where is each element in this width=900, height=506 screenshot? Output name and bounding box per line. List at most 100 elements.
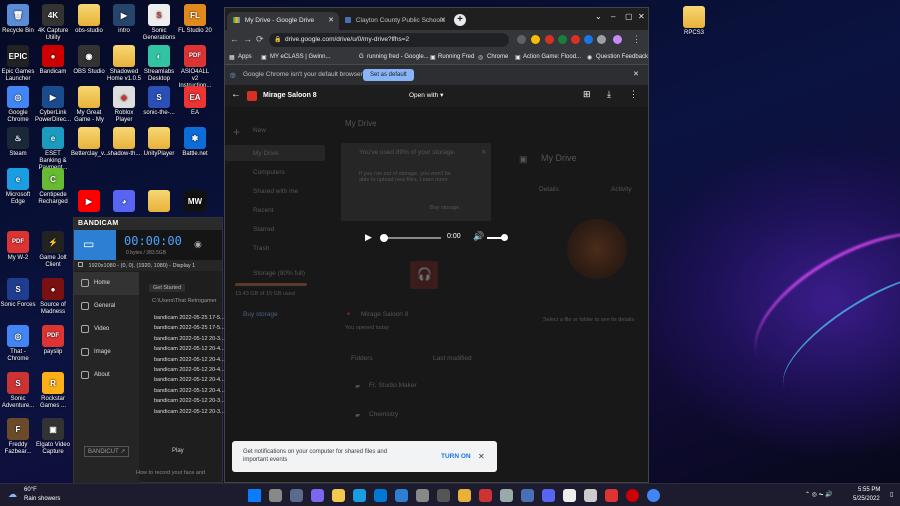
menu-general[interactable]: General: [74, 295, 139, 318]
desktop-icon[interactable]: e Microsoft Edge: [0, 168, 36, 206]
play-button[interactable]: Play: [172, 448, 184, 454]
tray-icons[interactable]: ⌃ ◎ ⏦ 🔊: [805, 491, 833, 499]
volume-handle[interactable]: [501, 234, 508, 241]
recording-item[interactable]: bandicam 2022-05-12 20-4...: [154, 377, 225, 383]
forward-icon[interactable]: →: [243, 34, 252, 44]
desktop-icon-rpcs3[interactable]: RPCS3: [676, 6, 712, 37]
menu-image[interactable]: Image: [74, 341, 139, 364]
recording-item[interactable]: bandicam 2022-05-12 20-4...: [154, 388, 225, 394]
desktop-icon[interactable]: EA EA: [177, 86, 213, 117]
desktop-icon[interactable]: Ssonic-the-...: [141, 86, 177, 117]
mail-icon[interactable]: [395, 489, 408, 502]
desktop-icon[interactable]: ▶: [71, 190, 107, 214]
app-icon[interactable]: [584, 489, 597, 502]
search-icon[interactable]: [269, 489, 282, 502]
address-bar[interactable]: 🔒 drive.google.com/drive/u/0/my-drive?lf…: [269, 33, 509, 47]
reload-icon[interactable]: ⟳: [256, 34, 264, 45]
menu-home[interactable]: Home: [74, 272, 139, 295]
extension-icon[interactable]: [584, 35, 593, 44]
app-icon[interactable]: [458, 489, 471, 502]
desktop-icon[interactable]: S Sonic Forces: [0, 278, 36, 309]
steam-icon[interactable]: [500, 489, 513, 502]
menu-video[interactable]: Video: [74, 318, 139, 341]
desktop-icon[interactable]: ▣ Elgato Video Capture: [35, 418, 71, 456]
close-icon[interactable]: ✕: [478, 452, 485, 461]
new-tab-button[interactable]: +: [454, 14, 466, 26]
close-window-button[interactable]: ✕: [638, 12, 645, 21]
desktop-icon[interactable]: obs-studio: [71, 4, 107, 35]
desktop-icon[interactable]: 🗑 Recycle Bin: [0, 4, 36, 35]
open-with-button[interactable]: Open with ▾: [409, 91, 443, 99]
desktop-icon[interactable]: PDF payslip: [35, 325, 71, 356]
desktop-icon[interactable]: ♨ Steam: [0, 127, 36, 158]
close-icon[interactable]: ✕: [328, 16, 334, 24]
desktop-icon[interactable]: Shadowed Home v1.0.5: [106, 45, 142, 83]
bookmark-action-game[interactable]: Action Game: Flood...: [523, 54, 581, 60]
desktop-icon[interactable]: 4K 4K Capture Utility: [35, 4, 71, 42]
bookmark-running-fred[interactable]: Running Fred: [438, 54, 474, 60]
turn-on-button[interactable]: TURN ON: [441, 453, 471, 460]
store-icon[interactable]: [374, 489, 387, 502]
app-icon[interactable]: [521, 489, 534, 502]
recording-item[interactable]: bandicam 2022-05-12 20-4...: [154, 357, 225, 363]
seek-handle[interactable]: [380, 234, 388, 242]
desktop-icon[interactable]: ◎ That - Chrome: [0, 325, 36, 363]
desktop-icon[interactable]: F Freddy Fazbear...: [0, 418, 36, 456]
tab-get-started[interactable]: Get Started: [149, 284, 186, 292]
start-icon[interactable]: [248, 489, 261, 502]
desktop-icon[interactable]: S Sonic Adventure...: [0, 372, 36, 410]
resolution-checkbox[interactable]: [78, 262, 83, 267]
bookmark-eclass[interactable]: MY eCLASS | Gwinn...: [270, 54, 330, 60]
clock-time[interactable]: 5:55 PM: [858, 487, 880, 493]
maximize-button[interactable]: ▢: [625, 12, 633, 21]
close-icon[interactable]: ✕: [440, 16, 446, 24]
desktop-icon[interactable]: eESET Banking & Payment...: [35, 127, 71, 172]
alienware-icon[interactable]: [416, 489, 429, 502]
minimize-button[interactable]: –: [611, 12, 615, 21]
app-icon[interactable]: [605, 489, 618, 502]
download-icon[interactable]: ⤓: [607, 89, 611, 100]
desktop-icon[interactable]: FL FL Studio 20: [177, 4, 213, 35]
help-footer[interactable]: How to record your face and: [136, 470, 205, 476]
desktop-icon[interactable]: PDF My W-2: [0, 231, 36, 262]
recording-item[interactable]: bandicam 2022-05-12 20-3...: [154, 336, 225, 342]
kebab-menu-icon[interactable]: ⋮: [632, 34, 641, 45]
recording-item[interactable]: bandicam 2022-05-12 20-4...: [154, 367, 225, 373]
desktop-icon[interactable]: My Great Game - My ...: [71, 86, 107, 131]
volume-icon[interactable]: 🔊: [473, 231, 484, 242]
desktop-icon[interactable]: ◎ Google Chrome: [0, 86, 36, 124]
extension-icon[interactable]: [545, 35, 554, 44]
desktop-icon[interactable]: ▶ intro: [106, 4, 142, 35]
more-options-icon[interactable]: ⋮: [629, 89, 638, 100]
desktop-icon[interactable]: [141, 190, 177, 214]
clock-date[interactable]: 5/25/2022: [853, 496, 880, 502]
desktop-icon[interactable]: ● Source of Madness: [35, 278, 71, 316]
desktop-icon[interactable]: ▶ CyberLink PowerDirec...: [35, 86, 71, 124]
bookmark-running-fred-google[interactable]: running fred - Google...: [367, 54, 429, 60]
menu-about[interactable]: About: [74, 364, 139, 387]
desktop-icon[interactable]: C Centipede Recharged: [35, 168, 71, 206]
share-icon[interactable]: [517, 35, 526, 44]
play-icon[interactable]: ▶: [365, 232, 372, 243]
set-as-default-button[interactable]: Set as default: [363, 69, 414, 81]
recording-item[interactable]: bandicam 2022-05-12 20-3...: [154, 409, 225, 415]
webcam-icon[interactable]: ◉: [194, 239, 202, 250]
desktop-icon[interactable]: ◐ Streamlabs Desktop: [141, 45, 177, 83]
desktop-icon[interactable]: R Rockstar Games ...: [35, 372, 71, 410]
desktop-icon[interactable]: PDFASIO4ALL v2 Instruction...: [177, 45, 213, 90]
discord-icon[interactable]: [542, 489, 555, 502]
app-icon[interactable]: [563, 489, 576, 502]
close-icon[interactable]: ✕: [633, 70, 639, 78]
extension-icon[interactable]: [558, 35, 567, 44]
xbox-icon[interactable]: [437, 489, 450, 502]
desktop-icon[interactable]: shadow-th...: [106, 127, 142, 158]
recording-item[interactable]: bandicam 2022-05-12 20-3...: [154, 398, 225, 404]
desktop-icon[interactable]: ⚡ Game Jolt Client: [35, 231, 71, 269]
file-explorer-icon[interactable]: [332, 489, 345, 502]
chrome-icon[interactable]: [647, 489, 660, 502]
notification-icon[interactable]: ▯: [890, 491, 893, 498]
back-arrow-icon[interactable]: ←: [231, 89, 241, 100]
recording-item[interactable]: bandicam 2022-05-25 17-5...: [154, 325, 225, 331]
seek-bar[interactable]: [381, 237, 441, 239]
bandicut-link[interactable]: BANDICUT ↗: [84, 446, 130, 457]
